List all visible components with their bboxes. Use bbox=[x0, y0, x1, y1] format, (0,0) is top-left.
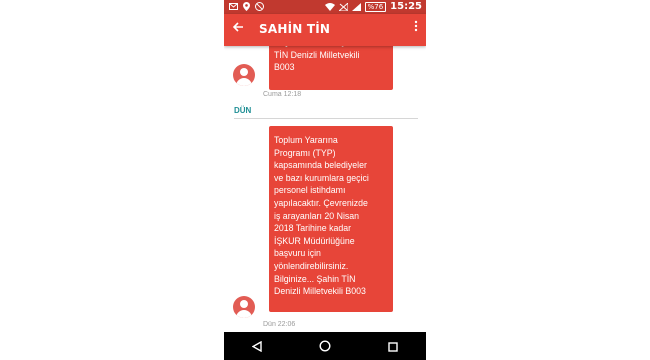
app-bar: SAHİN TİN bbox=[224, 14, 426, 46]
status-bar: %76 15:25 bbox=[224, 0, 426, 14]
arrow-back-icon[interactable] bbox=[232, 21, 244, 37]
navigation-bar bbox=[224, 332, 426, 360]
message-bubble[interactable]: Hayırlı Cumalar. Şahin TİN Denizli Mille… bbox=[269, 46, 393, 90]
avatar[interactable] bbox=[233, 64, 255, 86]
message-bubble[interactable]: Toplum Yararına Programı (TYP) kapsamınd… bbox=[269, 126, 393, 312]
wifi-icon bbox=[324, 2, 335, 11]
mail-icon bbox=[229, 3, 238, 10]
phone-screen: %76 15:25 SAHİN TİN Hayırlı Cumalar. Şah… bbox=[224, 0, 426, 360]
location-icon bbox=[243, 2, 250, 11]
mute-icon bbox=[255, 2, 264, 11]
signal-icon bbox=[351, 2, 361, 11]
message-timestamp: Cuma 12:18 bbox=[263, 91, 302, 98]
status-time: 15:25 bbox=[390, 1, 422, 12]
date-divider: DÜN bbox=[234, 106, 252, 115]
avatar[interactable] bbox=[233, 296, 255, 318]
message-text: Hayırlı Cumalar. Şahin TİN Denizli Mille… bbox=[274, 46, 362, 73]
divider-line bbox=[234, 118, 418, 119]
back-triangle-icon[interactable] bbox=[251, 337, 263, 356]
message-timestamp: Dün 22:06 bbox=[263, 321, 296, 328]
message-text: Toplum Yararına Programı (TYP) kapsamınd… bbox=[274, 135, 369, 297]
more-vert-icon[interactable] bbox=[414, 20, 418, 36]
home-circle-icon[interactable] bbox=[319, 337, 331, 356]
message-list[interactable]: Hayırlı Cumalar. Şahin TİN Denizli Mille… bbox=[224, 46, 426, 332]
no-signal-icon bbox=[338, 2, 348, 11]
conversation-title: SAHİN TİN bbox=[259, 22, 331, 36]
battery-icon: %76 bbox=[364, 1, 387, 12]
recents-square-icon[interactable] bbox=[387, 337, 398, 356]
